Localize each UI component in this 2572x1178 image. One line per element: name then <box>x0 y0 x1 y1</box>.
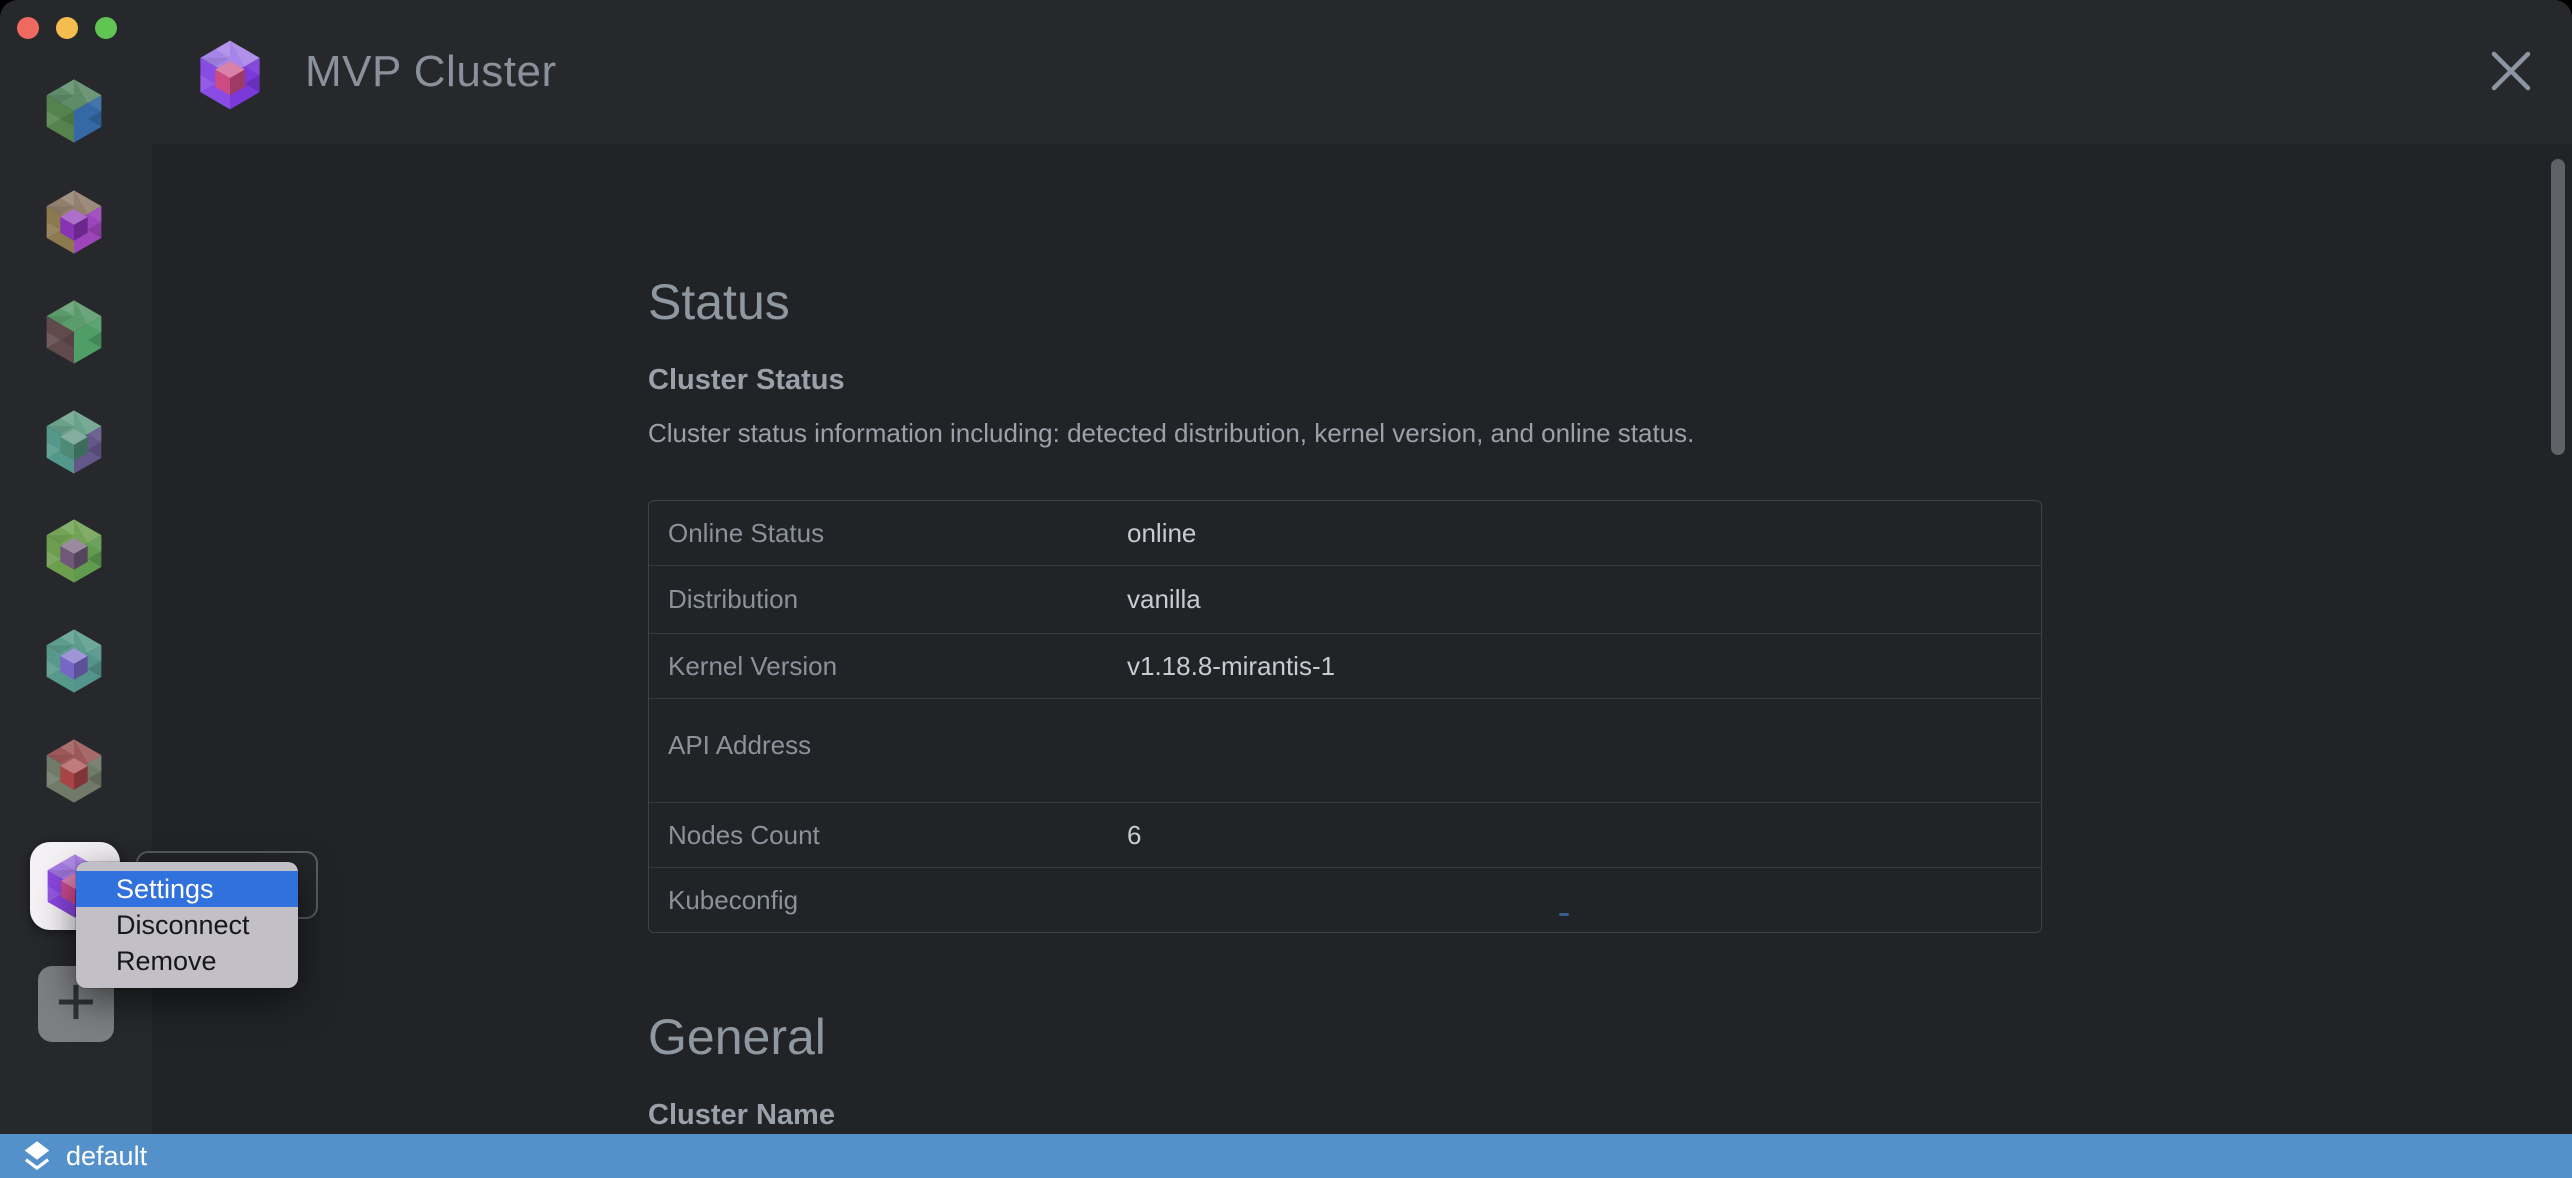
traffic-light-close[interactable] <box>17 17 39 39</box>
table-row: Nodes Count 6 <box>649 802 2041 867</box>
status-section-heading: Status <box>648 272 2572 332</box>
status-bar: default <box>0 1134 2572 1178</box>
app-window: + MVP Cluster Status Cluster Status Clus… <box>0 0 2572 1178</box>
cluster-title: MVP Cluster <box>305 0 557 144</box>
traffic-light-zoom[interactable] <box>95 17 117 39</box>
table-row: Kernel Version v1.18.8-mirantis-1 <box>649 633 2041 698</box>
menu-item-settings[interactable]: Settings <box>76 871 298 907</box>
table-row: Distribution vanilla <box>649 565 2041 633</box>
namespace-layers-icon <box>22 1140 52 1172</box>
cluster-header: MVP Cluster <box>152 0 2572 144</box>
cluster-name-label: Cluster Name <box>648 1097 2572 1133</box>
table-row: API Address <box>649 698 2041 802</box>
cluster-status-table: Online Status online Distribution vanill… <box>648 500 2042 933</box>
menu-item-remove[interactable]: Remove <box>76 943 298 979</box>
traffic-lights <box>17 17 117 39</box>
cluster-settings-page: Status Cluster Status Cluster status inf… <box>152 144 2572 1134</box>
general-section-heading: General <box>648 1007 2572 1067</box>
cluster-status-label: Cluster Status <box>648 362 2572 398</box>
cluster-icon-cluster-4[interactable] <box>38 406 110 478</box>
cluster-status-description: Cluster status information including: de… <box>648 416 2572 450</box>
table-row: Kubeconfig <box>649 867 2041 932</box>
cluster-icon-cluster-1[interactable] <box>38 75 110 147</box>
namespace-indicator: default <box>66 1141 147 1172</box>
cluster-icon-cluster-7[interactable] <box>38 735 110 807</box>
kubeconfig-link-dash <box>1559 913 1569 916</box>
traffic-light-minimize[interactable] <box>56 17 78 39</box>
cluster-icon-cluster-3[interactable] <box>38 296 110 368</box>
cluster-icon-cluster-2[interactable] <box>38 186 110 258</box>
cluster-title-icon <box>190 36 270 114</box>
table-row: Online Status online <box>649 501 2041 565</box>
cluster-icon-cluster-5[interactable] <box>38 515 110 587</box>
menu-item-disconnect[interactable]: Disconnect <box>76 907 298 943</box>
scrollbar-thumb[interactable] <box>2551 159 2565 455</box>
cluster-icon-cluster-6[interactable] <box>38 625 110 697</box>
cluster-context-menu: Settings Disconnect Remove <box>76 862 298 988</box>
close-icon[interactable] <box>2488 48 2534 94</box>
